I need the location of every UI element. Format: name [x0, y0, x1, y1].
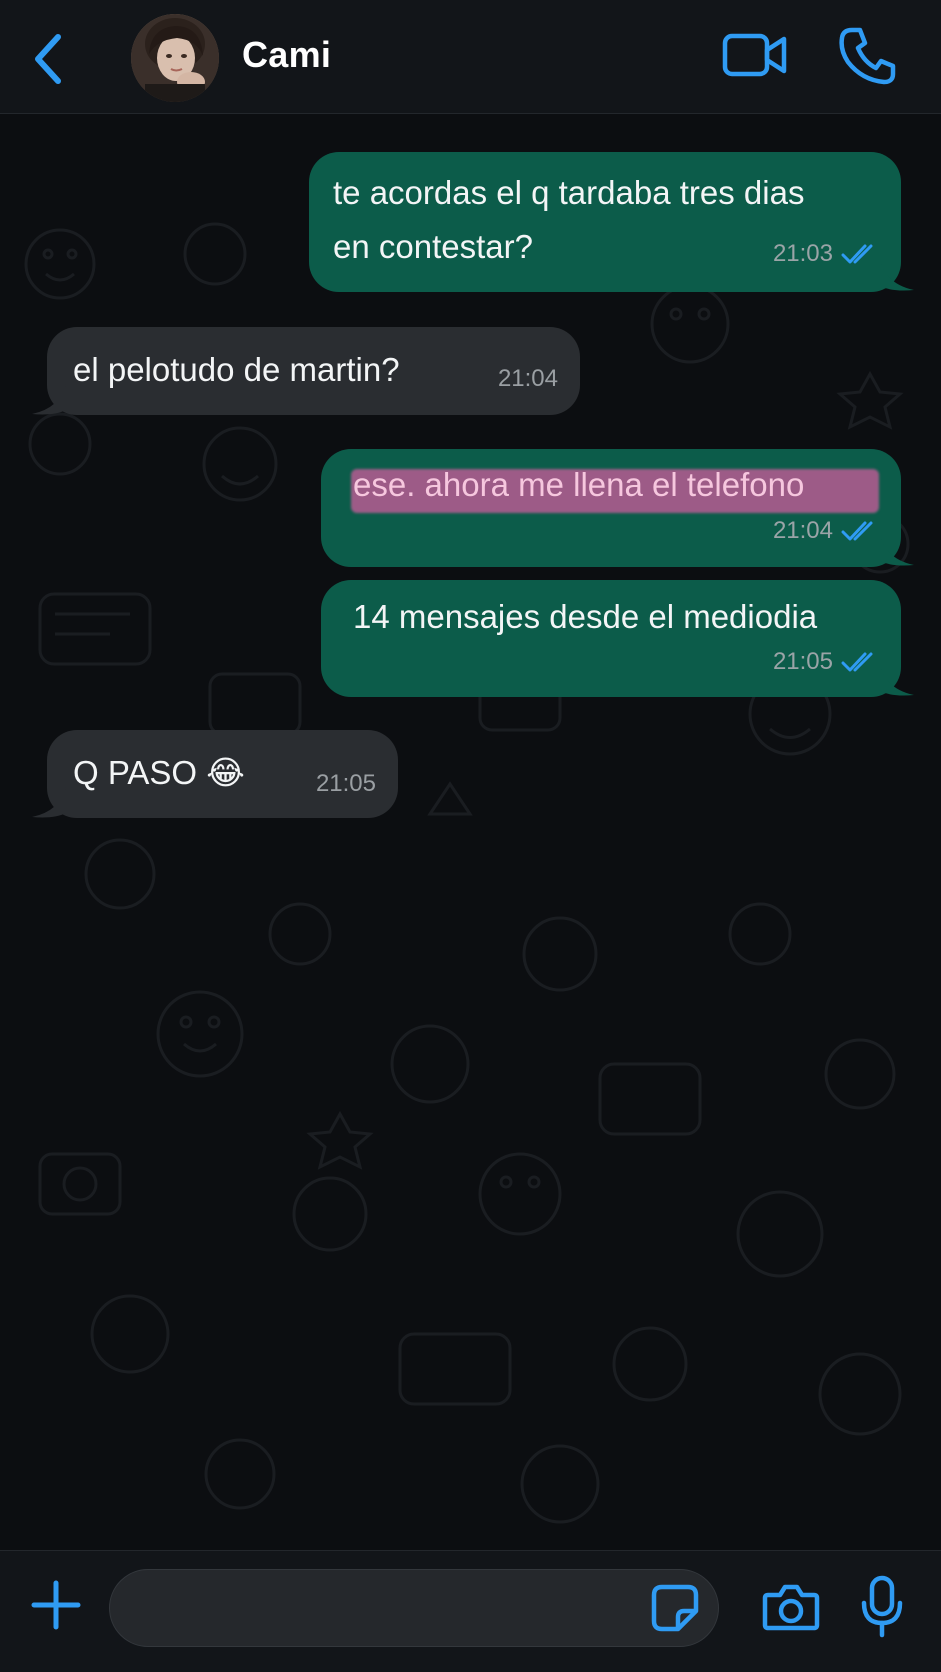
- double-check-icon: [841, 244, 873, 264]
- video-camera-icon: [722, 33, 787, 77]
- message-text: ese. ahora me llena el telefono: [353, 466, 805, 503]
- sticker-button[interactable]: [650, 1583, 700, 1633]
- message-text: 14 mensajes desde el mediodia: [353, 598, 818, 635]
- voice-call-button[interactable]: [838, 26, 896, 86]
- plus-icon: [31, 1580, 81, 1630]
- message-text: te acordas el q tardaba tres dias: [333, 174, 805, 211]
- phone-icon: [839, 27, 896, 85]
- message-meta: 21:05: [773, 648, 879, 676]
- message-bubble-outgoing[interactable]: te acordas el q tardaba tres dias en con…: [309, 152, 901, 292]
- message-meta: 21:04: [498, 365, 558, 393]
- contact-name[interactable]: Cami: [242, 34, 331, 76]
- microphone-icon: [861, 1575, 903, 1638]
- chevron-left-icon: [35, 34, 61, 84]
- message-time: 21:05: [315, 770, 376, 797]
- message-time: 21:03: [772, 240, 833, 267]
- message-input[interactable]: [109, 1569, 719, 1647]
- camera-button[interactable]: [762, 1581, 820, 1633]
- bubble-tail: [32, 384, 66, 415]
- composer-bar: [0, 1550, 941, 1672]
- message-meta: 21:04: [773, 517, 879, 545]
- message-bubble-outgoing[interactable]: 14 mensajes desde el mediodia 21:05: [321, 580, 901, 697]
- message-bubble-incoming[interactable]: Q PASO 😂 21:05: [47, 730, 398, 818]
- bubble-tail: [32, 787, 66, 818]
- message-time: 21:04: [772, 517, 833, 544]
- chat-header: Cami: [0, 0, 941, 114]
- sticker-icon: [651, 1584, 699, 1632]
- camera-icon: [762, 1584, 820, 1631]
- message-bubble-outgoing[interactable]: ese. ahora me llena el telefono 21:04: [321, 449, 901, 567]
- voice-message-button[interactable]: [860, 1575, 904, 1639]
- bubble-tail: [880, 260, 914, 291]
- message-meta: 21:03: [773, 240, 879, 268]
- message-text: el pelotudo de martin?: [73, 351, 400, 388]
- back-button[interactable]: [26, 30, 70, 88]
- avatar-photo: [131, 14, 219, 102]
- message-meta: 21:05: [316, 770, 376, 798]
- message-list[interactable]: te acordas el q tardaba tres dias en con…: [0, 114, 941, 1550]
- double-check-icon: [841, 652, 873, 672]
- message-time: 21:05: [772, 648, 833, 675]
- bubble-tail: [880, 665, 914, 696]
- contact-avatar[interactable]: [131, 14, 219, 102]
- message-bubble-incoming[interactable]: el pelotudo de martin? 21:04: [47, 327, 580, 415]
- message-time: 21:04: [497, 365, 558, 392]
- bubble-tail: [880, 535, 914, 566]
- video-call-button[interactable]: [722, 30, 788, 82]
- attach-button[interactable]: [30, 1579, 82, 1631]
- double-check-icon: [841, 521, 873, 541]
- chat-screen: Cami te acordas el q tardaba tres dias e…: [0, 0, 941, 1672]
